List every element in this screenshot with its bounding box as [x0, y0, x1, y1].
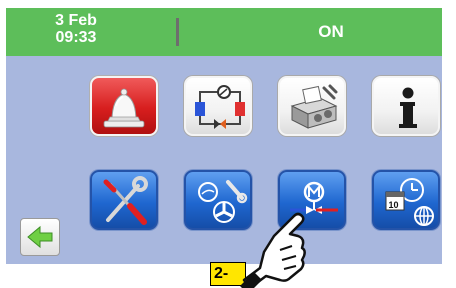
clock-calendar-button[interactable]: 10: [372, 170, 440, 230]
info-button[interactable]: [372, 76, 440, 136]
date-time: 3 Feb 09:33: [34, 12, 118, 46]
unit-service-button[interactable]: [278, 76, 346, 136]
service-tools-icon: [103, 176, 148, 225]
info-icon: [399, 87, 417, 128]
header-divider: [176, 18, 179, 46]
time-text: 09:33: [55, 29, 97, 46]
refrigeration-circuit-button[interactable]: [184, 76, 252, 136]
pointing-hand-icon: [240, 212, 306, 288]
alarm-bell-icon: [103, 88, 145, 128]
service-tools-button[interactable]: [90, 170, 158, 230]
clock-calendar-globe-icon: 10: [385, 178, 434, 226]
unit-status: ON: [318, 22, 344, 41]
back-button[interactable]: [20, 218, 60, 256]
arrow-left-icon: [27, 225, 53, 249]
svg-text:10: 10: [389, 200, 399, 210]
status-header: 3 Feb 09:33 ON: [6, 8, 442, 56]
alarm-button[interactable]: [90, 76, 158, 136]
date-text: 3 Feb: [55, 12, 97, 29]
unit-service-icon: [290, 84, 338, 129]
refrigeration-circuit-icon: [195, 85, 245, 129]
